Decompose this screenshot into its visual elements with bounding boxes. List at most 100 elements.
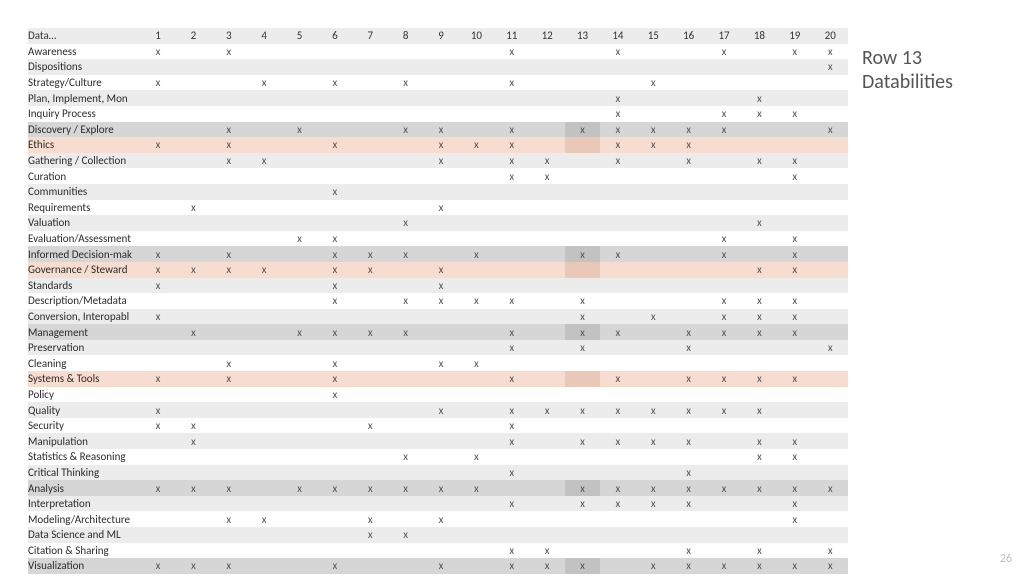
cell: x	[423, 402, 458, 418]
cell	[140, 122, 175, 138]
cell	[282, 558, 317, 574]
cell: x	[706, 246, 741, 262]
cell: x	[671, 402, 706, 418]
cell	[317, 465, 352, 481]
cell	[176, 387, 211, 403]
cell	[176, 153, 211, 169]
table-row: Preservationxxxx	[28, 340, 848, 356]
cell	[282, 543, 317, 559]
cell	[388, 59, 423, 75]
cell	[530, 418, 565, 434]
cell	[282, 402, 317, 418]
cell	[353, 355, 388, 371]
cell	[671, 200, 706, 216]
cell: x	[742, 402, 777, 418]
cell	[600, 527, 635, 543]
cell	[530, 527, 565, 543]
cell	[423, 184, 458, 200]
col-header-19: 19	[777, 28, 812, 44]
cell	[530, 246, 565, 262]
cell	[353, 184, 388, 200]
cell: x	[140, 402, 175, 418]
cell	[459, 371, 494, 387]
table-row: Critical Thinkingxx	[28, 465, 848, 481]
cell	[671, 527, 706, 543]
cell: x	[140, 44, 175, 60]
cell	[176, 168, 211, 184]
cell	[423, 418, 458, 434]
cell	[211, 465, 246, 481]
cell	[459, 402, 494, 418]
cell: x	[388, 527, 423, 543]
cell	[494, 449, 529, 465]
cell	[353, 231, 388, 247]
cell	[565, 44, 600, 60]
cell	[317, 402, 352, 418]
cell: x	[600, 496, 635, 512]
cell: x	[671, 496, 706, 512]
table-row: Ethicsxxxxxxxxx	[28, 137, 848, 153]
row-label: Standards	[28, 278, 140, 294]
cell	[247, 137, 282, 153]
cell	[494, 262, 529, 278]
cell: x	[211, 153, 246, 169]
cell	[600, 355, 635, 371]
col-header-3: 3	[211, 28, 246, 44]
cell	[247, 122, 282, 138]
cell	[353, 59, 388, 75]
cell	[565, 90, 600, 106]
cell	[353, 75, 388, 91]
cell	[459, 309, 494, 325]
cell	[813, 355, 849, 371]
cell	[636, 465, 671, 481]
cell: x	[636, 496, 671, 512]
cell	[636, 324, 671, 340]
cell	[388, 309, 423, 325]
cell	[494, 355, 529, 371]
cell: x	[706, 309, 741, 325]
data-matrix-table: Data…1234567891011121314151617181920 Awa…	[28, 28, 848, 576]
cell	[423, 59, 458, 75]
cell: x	[600, 371, 635, 387]
cell	[423, 246, 458, 262]
cell	[459, 122, 494, 138]
cell	[247, 480, 282, 496]
col-header-7: 7	[353, 28, 388, 44]
cell	[176, 449, 211, 465]
cell	[353, 168, 388, 184]
cell	[813, 511, 849, 527]
table-row: Description/Metadataxxxxxxxxx	[28, 293, 848, 309]
cell	[742, 168, 777, 184]
cell	[247, 168, 282, 184]
cell: x	[211, 558, 246, 574]
cell	[388, 278, 423, 294]
cell	[636, 246, 671, 262]
row-label: Strategy/Culture	[28, 75, 140, 91]
cell	[813, 106, 849, 122]
cell	[353, 90, 388, 106]
table-row: Informed Decision-makxxxxxxxxxx	[28, 246, 848, 262]
cell: x	[282, 231, 317, 247]
cell	[176, 90, 211, 106]
cell	[140, 449, 175, 465]
cell	[671, 449, 706, 465]
cell	[211, 387, 246, 403]
cell	[565, 137, 600, 153]
cell	[140, 433, 175, 449]
cell	[282, 44, 317, 60]
row-label: Citation & Sharing	[28, 543, 140, 559]
cell: x	[388, 449, 423, 465]
cell	[282, 75, 317, 91]
cell	[706, 387, 741, 403]
cell	[742, 122, 777, 138]
row-label: Interpretation	[28, 496, 140, 512]
cell	[282, 418, 317, 434]
cell	[211, 496, 246, 512]
col-header-15: 15	[636, 28, 671, 44]
cell	[530, 340, 565, 356]
table-row: Data Science and MLxx	[28, 527, 848, 543]
row-label: Systems & Tools	[28, 371, 140, 387]
cell	[423, 371, 458, 387]
cell: x	[423, 122, 458, 138]
cell	[636, 371, 671, 387]
